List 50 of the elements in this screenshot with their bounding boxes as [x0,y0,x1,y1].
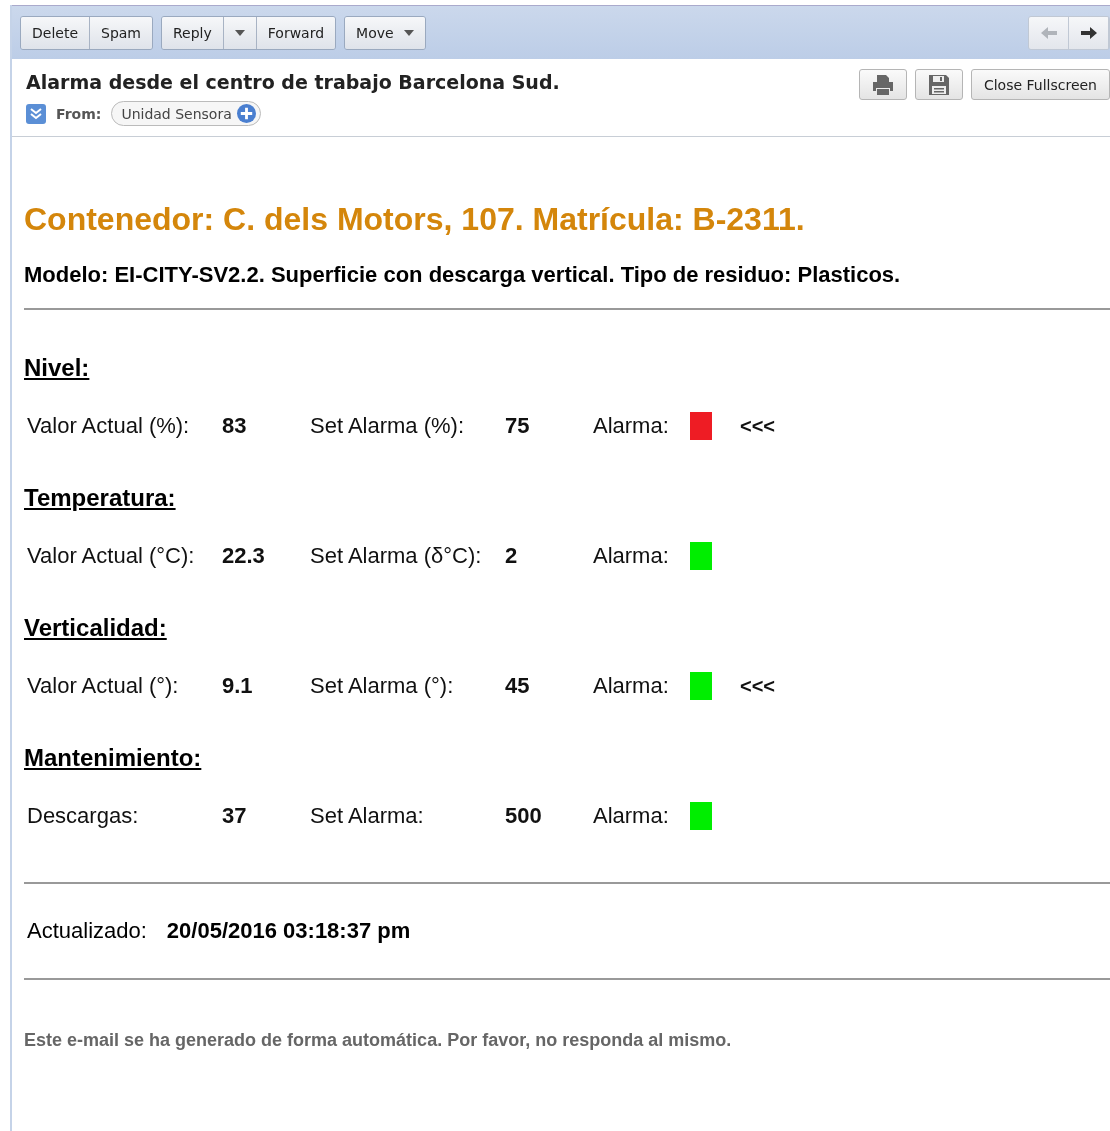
collapse-icon [26,103,46,124]
print-button[interactable] [858,69,907,100]
printer-icon [871,73,894,96]
alarm-marker: <<< [740,414,777,438]
container-title: Contenedor: C. dels Motors, 107. Matrícula: B-2311. [24,201,806,238]
alarm-setpoint-value: 75 [505,413,531,439]
current-value: 37 [222,803,248,829]
alarm-setpoint-value: 2 [505,543,519,569]
dropdown-button[interactable] [223,16,257,49]
alarm-label: Alarma: [593,803,670,829]
toolbar-button[interactable]: Reply [162,16,224,49]
alarm-setpoint-label: Set Alarma (δ°C): [310,543,483,569]
footer-note: Este e-mail se ha generado de forma automática. Por favor, no responda al mismo. [24,1030,733,1051]
alarm-setpoint-label: Set Alarma (%): [310,413,466,439]
section-heading: Nivel: [24,354,90,382]
alarm-setpoint-label: Set Alarma (°): [310,673,455,699]
menu-button[interactable]: Move [345,16,425,49]
alarm-label: Alarma: [593,673,670,699]
alarm-setpoint-value: 45 [505,673,531,699]
forward-button[interactable] [1069,16,1109,49]
section-heading: Temperatura: [24,484,176,512]
value-label: Valor Actual (%): [27,413,191,439]
section-heading: Mantenimiento: [24,744,202,772]
value-label: Descargas: [27,803,140,829]
alarm-label: Alarma: [593,543,670,569]
add-icon [236,104,256,123]
email-subject: Alarma desde el centro de trabajo Barcelona Sud. [26,71,560,93]
right-arrow-icon [1078,24,1099,41]
from-label: From: [56,105,102,122]
alarm-setpoint-value: 500 [505,803,543,829]
toolbar-button[interactable]: Spam [90,16,152,49]
alarm-label: Alarma: [593,413,670,439]
alarm-setpoint-label: Set Alarma: [310,803,425,829]
sender-chip[interactable]: Unidad Sensora [111,101,261,126]
model-description: Modelo: EI-CITY-SV2.2. Superficie con descarga vertical. Tipo de residuo: Plasticos. [24,262,902,288]
updated-timestamp: 20/05/2016 03:18:37 pm [166,918,411,944]
alarm-marker: <<< [740,674,777,698]
caret-icon [403,29,414,36]
toolbar-button[interactable]: Forward [256,16,336,49]
current-value: 22.3 [222,543,266,569]
value-label: Valor Actual (°): [27,673,180,699]
close-fullscreen-button[interactable]: Close Fullscreen [970,69,1110,100]
current-value: 83 [222,413,248,439]
value-label: Valor Actual (°C): [27,543,196,569]
save-button[interactable] [914,69,963,100]
section-heading: Verticalidad: [24,614,167,642]
updated-label: Actualizado: [27,918,147,944]
current-value: 9.1 [222,673,254,699]
toolbar-button[interactable]: Delete [21,16,90,49]
caret-icon [234,29,245,36]
